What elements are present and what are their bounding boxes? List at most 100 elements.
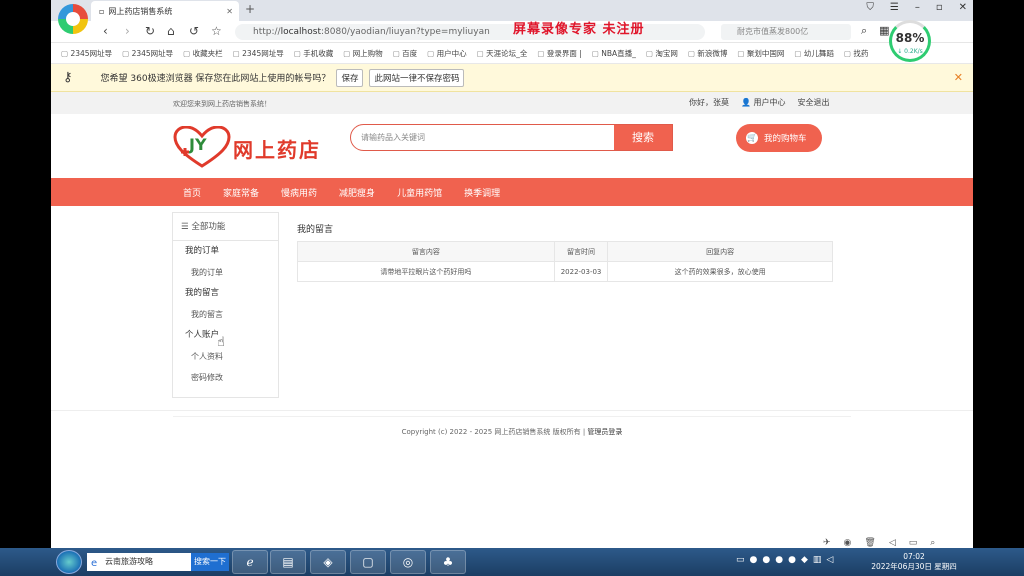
page-icon: ▫	[99, 6, 105, 16]
reload-icon[interactable]: ↻	[145, 24, 155, 38]
network-icon[interactable]: ▥	[813, 555, 822, 565]
menu-icon[interactable]: ☰	[890, 2, 899, 13]
bookmark-item[interactable]: 找药	[844, 48, 868, 59]
bookmark-item[interactable]: 手机收藏	[294, 48, 333, 59]
bookmark-item[interactable]: 2345网址导	[122, 48, 174, 59]
nav-item[interactable]: 首页	[183, 186, 201, 199]
cart-label: 我的购物车	[764, 134, 807, 144]
bookmark-item[interactable]: NBA直播_	[592, 48, 636, 59]
save-password-button[interactable]: 保存	[336, 68, 364, 87]
user-icon: 👤	[741, 98, 751, 107]
bookmark-item[interactable]: 天涯论坛_全	[477, 48, 527, 59]
table-cell: 2022-03-03	[553, 261, 609, 282]
browser-window: ▫ 网上药店销售系统 ✕ + ⛉ ☰ – ▫ ✕ ‹ › ↻ ⌂ ↺ ☆ htt…	[51, 0, 973, 576]
bookmark-item[interactable]: 淘宝网	[646, 48, 678, 59]
forward-icon[interactable]: ›	[125, 24, 130, 38]
taskbar-search[interactable]: e 云南旅游攻略 搜索一下	[87, 553, 229, 571]
key-icon: ⚷	[63, 70, 73, 85]
bookmark-item[interactable]: 2345网址导	[61, 48, 112, 59]
ie-small-icon: e	[91, 558, 98, 569]
heart-logo-icon: JY	[173, 126, 231, 168]
nav-item[interactable]: 慢病用药	[281, 186, 317, 199]
new-tab-icon[interactable]: +	[245, 2, 255, 16]
column-header: 留言内容	[297, 241, 555, 262]
search-icon[interactable]: ⌕	[861, 24, 867, 38]
sidebar-item[interactable]: 个人资料	[173, 346, 278, 367]
browser-search-box[interactable]: 耐克市值蒸发800亿	[721, 24, 851, 40]
navigation-bar: ‹ › ↻ ⌂ ↺ ☆ http://localhost:8080/yaodia…	[51, 21, 973, 43]
keyboard-icon[interactable]: ▭	[736, 555, 745, 565]
browser-tab[interactable]: ▫ 网上药店销售系统 ✕	[91, 1, 239, 21]
message-table: 留言内容 留言时间 回复内容 请带地平拉眼片这个药好用吗 2022-03-03 这个药的…	[297, 241, 833, 282]
footer-divider-inner	[173, 416, 851, 417]
clock[interactable]: 07:02 2022年06月30日 星期四	[866, 552, 962, 572]
qq-icon[interactable]: ●	[750, 555, 758, 565]
sidebar-item[interactable]: 我的留言	[173, 304, 278, 325]
speaker-icon[interactable]: ◁	[889, 538, 896, 548]
undo-icon[interactable]: ↺	[189, 24, 199, 38]
maximize-icon[interactable]: ▫	[936, 2, 943, 13]
user-center-link[interactable]: 👤 用户中心	[741, 97, 786, 108]
browser-logo-icon[interactable]	[58, 4, 88, 34]
nav-item[interactable]: 减肥瘦身	[339, 186, 375, 199]
search-input[interactable]: 请输药品入关键词	[351, 125, 614, 150]
start-button[interactable]	[56, 550, 82, 574]
paw-icon[interactable]: ♣	[430, 550, 466, 574]
search-button[interactable]: 搜索	[614, 125, 672, 150]
nav-item[interactable]: 换季调理	[464, 186, 500, 199]
bookmark-item[interactable]: 登录界面 |	[537, 48, 582, 59]
rocket-icon[interactable]: ✈	[823, 538, 831, 548]
sidebar-group: 个人账户	[185, 330, 220, 340]
taskbar-search-text: 云南旅游攻略	[105, 557, 153, 566]
clock-time: 07:02	[903, 552, 925, 561]
qq-icon[interactable]: ●	[762, 555, 770, 565]
zoom-icon[interactable]: ⌕	[930, 538, 935, 548]
bookmark-item[interactable]: 2345网址导	[233, 48, 284, 59]
browser-360-icon[interactable]: ◎	[390, 550, 426, 574]
monitor-icon[interactable]: ▢	[350, 550, 386, 574]
logout-link[interactable]: 安全退出	[798, 97, 830, 108]
cart-button[interactable]: 🛒 我的购物车	[736, 124, 822, 152]
site-logo[interactable]: JY 网上药店	[173, 124, 323, 170]
shirt-icon[interactable]: ⛉	[866, 2, 874, 13]
window-icon[interactable]: ▭	[909, 538, 918, 548]
home-icon[interactable]: ⌂	[167, 24, 175, 38]
volume-icon[interactable]: ◁	[826, 555, 833, 565]
mouse-cursor-icon: ☝	[217, 335, 225, 350]
close-bar-icon[interactable]: ✕	[954, 71, 963, 84]
bookmark-item[interactable]: 新浪微博	[688, 48, 727, 59]
apps-icon[interactable]: ▦	[879, 24, 889, 38]
bookmark-item[interactable]: 收藏夹栏	[183, 48, 223, 59]
bookmark-item[interactable]: 百度	[393, 48, 417, 59]
qq-icon[interactable]: ●	[788, 555, 796, 565]
sidebar-item[interactable]: 密码修改	[173, 367, 278, 388]
copyright-text: Copyright (c) 2022 - 2025 网上药店销售系统 版权所有 …	[401, 428, 586, 436]
qq-icon[interactable]: ●	[775, 555, 783, 565]
folder-icon[interactable]: ▤	[270, 550, 306, 574]
back-icon[interactable]: ‹	[103, 24, 108, 38]
star-icon[interactable]: ☆	[211, 24, 222, 38]
gamepad-icon[interactable]: ◉	[844, 538, 852, 548]
footer-divider	[51, 410, 973, 411]
never-save-button[interactable]: 此网站一律不保存密码	[369, 68, 465, 87]
sidebar-groups: 我的订单 我的订单 我的留言 我的留言 个人账户 个人资料 密码修改	[173, 241, 278, 388]
sidebar-item[interactable]: 我的订单	[173, 262, 278, 283]
bookmark-item[interactable]: 用户中心	[427, 48, 467, 59]
taskbar-search-button[interactable]: 搜索一下	[191, 553, 229, 571]
shield-icon[interactable]: ◆	[801, 555, 808, 565]
network-speed-widget[interactable]: 88% ↓ 0.2K/s	[889, 20, 931, 62]
close-window-icon[interactable]: ✕	[959, 2, 967, 13]
nav-item[interactable]: 儿童用药馆	[397, 186, 442, 199]
trash-icon[interactable]: 🗑	[864, 538, 875, 548]
bookmark-item[interactable]: 幼儿舞蹈	[794, 48, 834, 59]
game-icon[interactable]: ◈	[310, 550, 346, 574]
admin-login-link[interactable]: 管理员登录	[587, 428, 622, 436]
nav-item[interactable]: 家庭常备	[223, 186, 259, 199]
ie-icon[interactable]: ℯ	[232, 550, 268, 574]
url-prefix: http://	[253, 27, 281, 37]
close-tab-icon[interactable]: ✕	[226, 7, 233, 16]
bookmark-item[interactable]: 聚划中国网	[737, 48, 785, 59]
minimize-icon[interactable]: –	[915, 2, 920, 13]
list-icon: ☰	[181, 222, 189, 232]
bookmark-item[interactable]: 网上购物	[343, 48, 383, 59]
